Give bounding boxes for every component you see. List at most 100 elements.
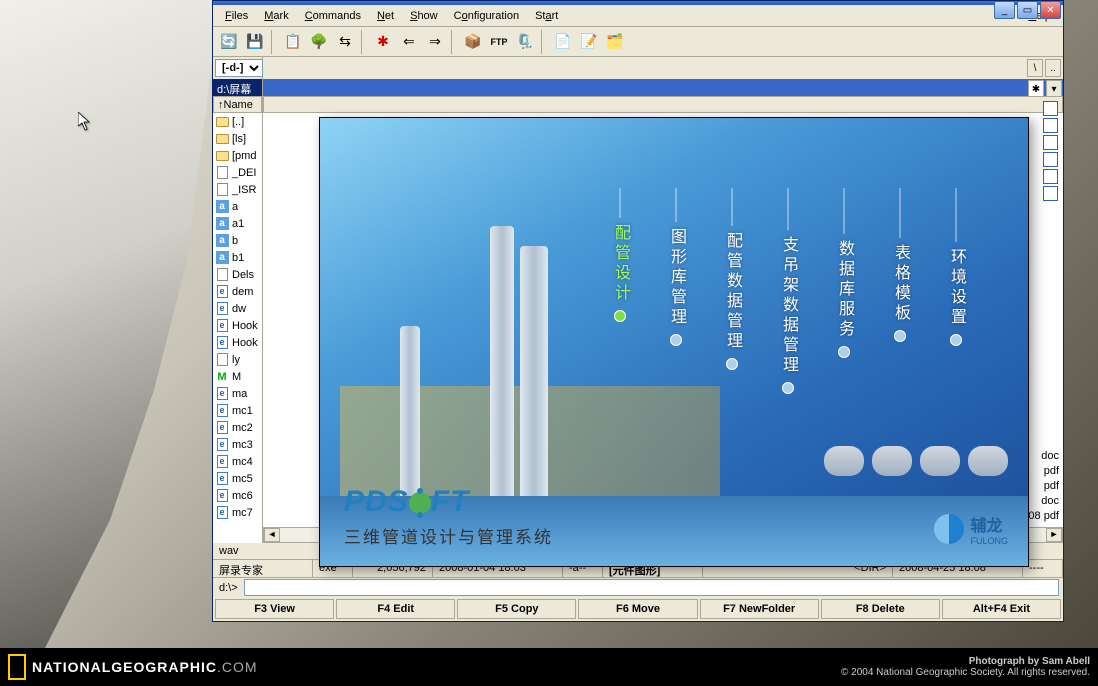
menu-dot-icon <box>950 334 962 346</box>
col-name-header[interactable]: ↑Name <box>213 96 262 113</box>
file-row[interactable]: mc7 <box>213 504 262 521</box>
menu-start[interactable]: Start <box>527 8 566 24</box>
html-icon <box>215 506 229 520</box>
file-row[interactable]: mc6 <box>213 487 262 504</box>
file-row[interactable]: Hook <box>213 334 262 351</box>
a-icon: a <box>215 200 229 214</box>
right-path[interactable]: ✱ ▾ <box>263 79 1063 96</box>
forward-icon[interactable]: ⇒ <box>423 30 447 54</box>
altf4-exit[interactable]: Alt+F4 Exit <box>942 599 1061 619</box>
pack-icon[interactable]: 📦 <box>461 30 485 54</box>
explorer-icon[interactable]: 🗂️ <box>603 30 627 54</box>
menu-configuration[interactable]: Configuration <box>446 8 527 24</box>
file-row[interactable]: MM <box>213 368 262 385</box>
f7-newfolder[interactable]: F7 NewFolder <box>700 599 819 619</box>
root-button[interactable]: \ <box>1027 59 1043 77</box>
natgeo-footer: NATIONALGEOGRAPHIC.COM Photograph by Sam… <box>0 648 1098 686</box>
file-row[interactable]: Dels <box>213 266 262 283</box>
up-button[interactable]: .. <box>1045 59 1061 77</box>
natgeo-rect-icon <box>8 654 26 680</box>
html-icon <box>215 421 229 435</box>
pdsoft-logo: PDSFT 三维管道设计与管理系统 <box>344 485 553 548</box>
star-icon[interactable]: ✱ <box>371 30 395 54</box>
ftp-icon[interactable]: FTP <box>487 30 511 54</box>
scroll-right-icon[interactable]: ► <box>1046 528 1062 542</box>
splash-menu-item[interactable]: 支吊架数据管理 <box>776 188 800 394</box>
back-icon[interactable]: ⇐ <box>397 30 421 54</box>
file-row[interactable]: [..] <box>213 113 262 130</box>
a-icon: a <box>215 234 229 248</box>
html-icon <box>215 455 229 469</box>
right-panel: \ .. ✱ ▾ e docpdfpdfdoc2008 <box>263 57 1063 543</box>
maximize-button[interactable]: ▭ <box>1017 1 1038 19</box>
minimize-button[interactable]: _ <box>994 1 1015 19</box>
menu-dot-icon <box>894 330 906 342</box>
menu-dot-icon <box>782 382 794 394</box>
natgeo-credit: Photograph by Sam Abell © 2004 National … <box>841 656 1090 678</box>
word-icon <box>1043 135 1058 150</box>
menu-show[interactable]: Show <box>402 8 446 24</box>
file-row[interactable]: _ISR <box>213 181 262 198</box>
folder-icon <box>215 132 229 146</box>
file-row[interactable]: mc5 <box>213 470 262 487</box>
command-line: d:\> <box>213 577 1063 597</box>
file-row[interactable]: ly <box>213 351 262 368</box>
file-row[interactable]: mc4 <box>213 453 262 470</box>
f8-delete[interactable]: F8 Delete <box>821 599 940 619</box>
splash-menu-item[interactable]: 表格模板 <box>888 188 912 342</box>
a-icon: a <box>215 251 229 265</box>
left-panel: [-d-] d:\屏幕 ↑Name [..][ls][pmd_DEI_ISRaa… <box>213 57 263 543</box>
f4-edit[interactable]: F4 Edit <box>336 599 455 619</box>
f5-copy[interactable]: F5 Copy <box>457 599 576 619</box>
scroll-left-icon[interactable]: ◄ <box>264 528 280 542</box>
cmd-input[interactable] <box>244 579 1059 596</box>
file-row[interactable]: ma <box>213 385 262 402</box>
file-row[interactable]: ab1 <box>213 249 262 266</box>
file-row[interactable]: [ls] <box>213 130 262 147</box>
file-row[interactable]: mc3 <box>213 436 262 453</box>
file-row[interactable]: Hook <box>213 317 262 334</box>
splash-menu-item[interactable]: 数据库服务 <box>832 188 856 358</box>
right-col-header[interactable]: e <box>263 96 1063 113</box>
swap-icon[interactable]: ⇆ <box>333 30 357 54</box>
file-row[interactable]: [pmd <box>213 147 262 164</box>
f6-move[interactable]: F6 Move <box>578 599 697 619</box>
pdf-icon <box>1043 101 1058 116</box>
splash-menu-item[interactable]: 配管设计 <box>608 188 632 322</box>
list-icon[interactable]: 📋 <box>281 30 305 54</box>
menu-commands[interactable]: Commands <box>297 8 369 24</box>
file-row[interactable]: aa <box>213 198 262 215</box>
refresh-icon[interactable]: 🔄 <box>217 30 241 54</box>
html-icon <box>215 404 229 418</box>
html-icon <box>215 472 229 486</box>
menu-net[interactable]: Net <box>369 8 402 24</box>
tanks <box>824 446 1008 476</box>
word-icon <box>1043 118 1058 133</box>
menu-files[interactable]: FFilesiles <box>217 8 256 24</box>
tree-icon[interactable]: 🌳 <box>307 30 331 54</box>
file-row[interactable]: aa1 <box>213 215 262 232</box>
file-row[interactable]: mc1 <box>213 402 262 419</box>
file-row[interactable]: dem <box>213 283 262 300</box>
left-file-list[interactable]: [..][ls][pmd_DEI_ISRaaaa1abab1DelsdemdwH… <box>213 113 262 543</box>
file-row[interactable]: dw <box>213 300 262 317</box>
edit-icon[interactable]: 📝 <box>577 30 601 54</box>
left-path[interactable]: d:\屏幕 <box>213 79 262 96</box>
save-icon[interactable]: 💾 <box>243 30 267 54</box>
splash-menu-item[interactable]: 环境设置 <box>944 188 968 346</box>
drive-select-left[interactable]: [-d-] <box>215 59 263 77</box>
notepad-icon[interactable]: 📄 <box>551 30 575 54</box>
file-row[interactable]: ab <box>213 232 262 249</box>
splash-subtitle: 三维管道设计与管理系统 <box>344 523 553 548</box>
splash-menu-item[interactable]: 配管数据管理 <box>720 188 744 370</box>
f3-view[interactable]: F3 View <box>215 599 334 619</box>
file-row[interactable]: mc2 <box>213 419 262 436</box>
file-row[interactable]: _DEI <box>213 164 262 181</box>
html-icon <box>215 489 229 503</box>
menu-mark[interactable]: Mark <box>256 8 296 24</box>
word-icon <box>1043 186 1058 201</box>
splash-menu-item[interactable]: 图形库管理 <box>664 188 688 346</box>
pdsoft-splash[interactable]: 配管设计 图形库管理 配管数据管理 支吊架数据管理 数据库服务 表格模板 环境设置 PDSF… <box>319 117 1029 567</box>
close-button[interactable]: ✕ <box>1040 1 1061 19</box>
unpack-icon[interactable]: 🗜️ <box>513 30 537 54</box>
